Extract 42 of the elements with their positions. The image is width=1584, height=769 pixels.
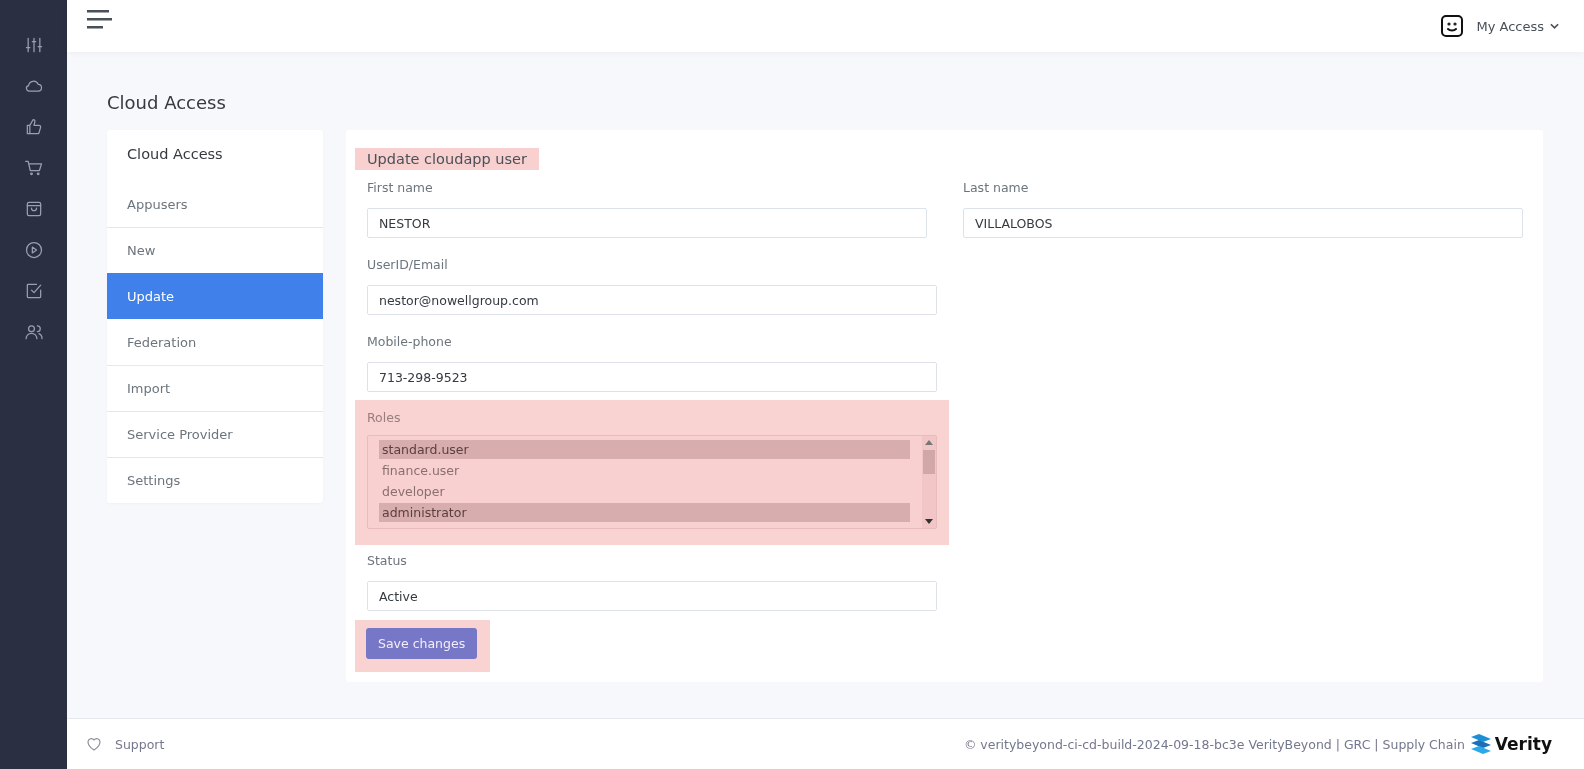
nav-item[interactable]: Service Provider	[107, 411, 323, 457]
smiley-avatar-icon[interactable]	[1440, 14, 1465, 38]
menu-icon[interactable]	[87, 10, 112, 30]
heart-icon[interactable]	[85, 735, 103, 753]
field-label: Roles	[367, 410, 402, 425]
nav-item[interactable]: Appusers	[107, 182, 323, 227]
field-label: Last name	[963, 180, 1030, 195]
chevron-down-icon	[1550, 23, 1559, 29]
nav-item[interactable]: Import	[107, 365, 323, 411]
phone-field[interactable]: 713-298-9523	[367, 362, 937, 392]
support-link[interactable]: Support	[115, 736, 165, 752]
nav-title: Cloud Access	[126, 145, 224, 164]
roles-listbox[interactable]: standard.user finance.user developer administrator	[367, 435, 937, 529]
role-option[interactable]: finance.user	[379, 461, 910, 480]
play-icon[interactable]	[23, 240, 44, 260]
sliders-icon[interactable]	[23, 35, 44, 55]
field-label: First name	[367, 180, 434, 195]
status-field[interactable]: Active	[367, 581, 937, 611]
cart-icon[interactable]	[23, 158, 44, 178]
role-option[interactable]: standard.user	[379, 440, 910, 459]
nav-item[interactable]: Settings	[107, 457, 323, 503]
field-label: Status	[367, 553, 408, 568]
scrollbar[interactable]	[922, 436, 936, 528]
users-icon[interactable]	[23, 322, 44, 342]
copyright-text: © veritybeyond-ci-cd-build-2024-09-18-bc3e VerityBeyond | GRC | Supply Chain	[963, 736, 1465, 752]
field-label: UserID/Email	[367, 257, 449, 272]
scroll-down-arrow-icon[interactable]	[925, 519, 933, 524]
scroll-up-arrow-icon[interactable]	[925, 440, 933, 445]
field-label: Mobile-phone	[367, 334, 453, 349]
save-changes-button[interactable]: Save changes	[366, 628, 478, 659]
last-name-field[interactable]: VILLALOBOS	[963, 208, 1523, 238]
nav-item[interactable]: Federation	[107, 319, 323, 365]
page-title: Cloud Access	[107, 92, 227, 113]
email-field[interactable]: nestor@nowellgroup.com	[367, 285, 937, 315]
first-name-field[interactable]: NESTOR	[367, 208, 927, 238]
nav-item[interactable]: Update	[107, 273, 323, 319]
scrollbar-thumb[interactable]	[923, 450, 935, 474]
user-menu-button[interactable]: My Access	[1476, 18, 1559, 34]
logo-text: Verity	[1494, 734, 1552, 754]
role-option[interactable]: administrator	[379, 503, 910, 522]
form-title: Update cloudapp user	[355, 148, 539, 170]
role-option[interactable]: developer	[379, 482, 910, 501]
